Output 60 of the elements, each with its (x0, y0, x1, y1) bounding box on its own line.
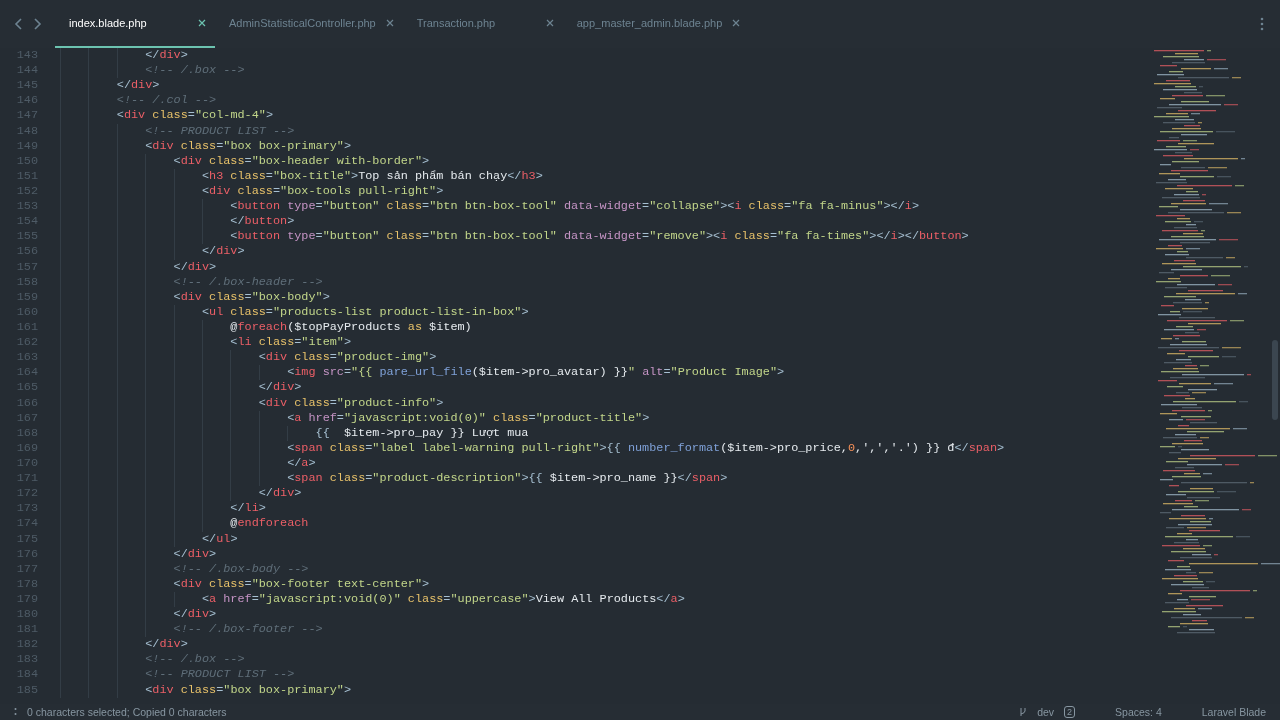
code-line: <div class="box box-primary"> (60, 138, 352, 154)
code-line: @foreach($topPayProducts as $item) (60, 319, 472, 336)
code-line: </button> (60, 214, 295, 230)
code-line: <!-- /.box-footer --> (60, 622, 323, 638)
code-line: <button type="button" class="btn btn-box-tool" data-widget="remove"><i class="fa fa-times"></i></button> (60, 229, 969, 245)
code-line: </div> (60, 637, 188, 653)
code-line: <!-- /.box-header --> (60, 274, 323, 290)
close-icon[interactable] (198, 19, 206, 27)
code-line: <a href="javascript:void(0)" class="product-title"> (60, 410, 650, 426)
close-icon[interactable] (545, 19, 554, 27)
close-icon[interactable] (732, 19, 741, 27)
code-line: <h3 class="box-title">Top sản phẩm bán chạy</h3> (60, 168, 543, 184)
code-line: <div class="col-md-4"> (60, 108, 273, 124)
code-line: <span class="product-description">{{ $item->pro_name }}</span> (60, 471, 728, 487)
code-line: <div class="box-body"> (60, 289, 330, 305)
code-line: <button type="button" class="btn btn-box-tool" data-widget="collapse"><i class="fa fa-minus"></i> (60, 199, 919, 215)
code-line: <div class="product-img"> (60, 350, 437, 366)
file-tab[interactable]: AdminStatisticalController.php (215, 0, 403, 48)
file-tab[interactable]: index.blade.php (55, 0, 215, 48)
code-line: </div> (60, 546, 217, 562)
close-icon[interactable] (385, 19, 394, 27)
syntax-mode[interactable]: Laravel Blade (1201, 706, 1266, 718)
branch-name[interactable]: dev (1037, 706, 1055, 718)
code-line: </li> (60, 501, 266, 517)
code-line: </div> (60, 607, 217, 623)
code-line: <span class="label label-warning pull-right">{{ number_format($item->pro_price,0,',','.') }} đ</span> (60, 440, 1005, 456)
indentation-setting[interactable]: Spaces: 4 (1115, 706, 1162, 718)
status-message: 0 characters selected; Copied 0 characters (27, 706, 227, 718)
code-line: <!-- PRODUCT LIST --> (60, 123, 295, 139)
code-line: <div class="box-header with-border"> (60, 153, 430, 169)
code-line: </div> (60, 48, 188, 64)
file-tab[interactable]: Transaction.php (402, 0, 563, 48)
code-line: <div class="product-info"> (60, 395, 444, 411)
code-line: </div> (60, 244, 245, 260)
code-line: <img src="{{ pare_url_file($item->pro_avatar) }}" alt="Product Image"> (60, 365, 785, 381)
code-line: <ul class="products-list product-list-in-box"> (60, 304, 529, 320)
code-line: </a> (60, 455, 316, 472)
more-icon[interactable] (14, 707, 17, 717)
code-line: <div class="box-tools pull-right"> (60, 184, 444, 200)
code-line: <!-- /.col --> (60, 93, 217, 109)
code-line: <!-- /.box --> (60, 63, 245, 79)
code-line: @endforeach (60, 516, 309, 532)
code-line: <li class="item"> (60, 335, 352, 351)
file-tab[interactable]: app_master_admin.blade.php (562, 0, 750, 48)
code-line: <!-- PRODUCT LIST --> (60, 667, 295, 683)
code-line: <div class="box box-primary"> (60, 682, 352, 698)
code-line: </div> (60, 486, 302, 502)
code-line: <!-- /.box-body --> (60, 561, 309, 577)
code-line: </ul> (60, 531, 238, 547)
branch-icon (1019, 707, 1028, 717)
code-line: <div class="box-footer text-center"> (60, 576, 430, 592)
code-line: </div> (60, 78, 160, 94)
scrollbar[interactable] (1272, 340, 1278, 420)
code-line: </div> (60, 380, 302, 396)
change-count-badge: 2 (1064, 706, 1076, 718)
code-line: </div> (60, 259, 217, 275)
more-icon[interactable] (1260, 17, 1264, 31)
code-line: <a href="javascript:void(0)" class="uppercase">View All Products</a> (60, 591, 685, 608)
code-line: {{ $item->pro_pay }} Lượt mua (60, 425, 529, 441)
code-line: <!-- /.box --> (60, 652, 245, 668)
